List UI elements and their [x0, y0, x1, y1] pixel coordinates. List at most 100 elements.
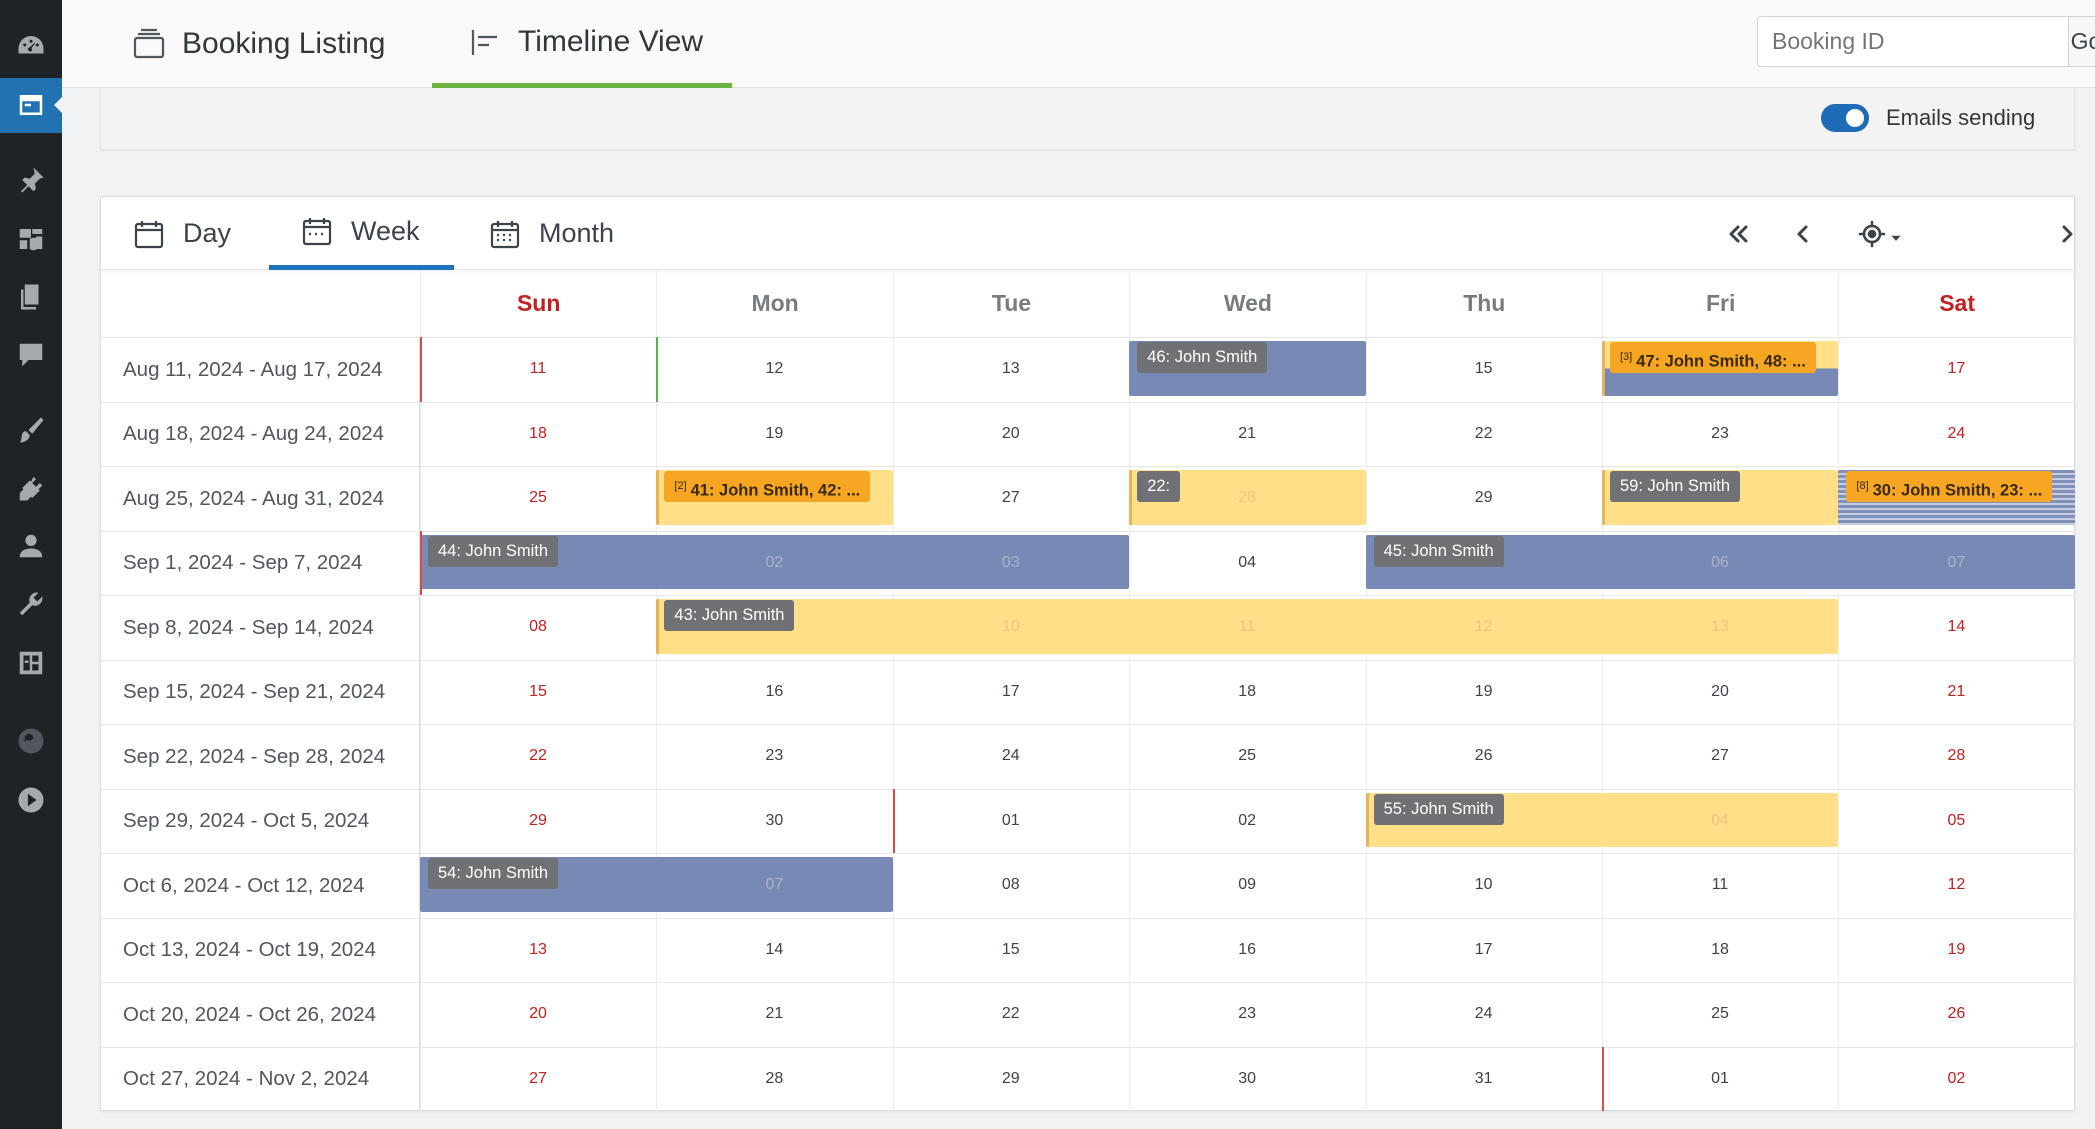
- day-cell[interactable]: 01: [1602, 1070, 1838, 1088]
- day-cell[interactable]: 02: [1838, 1070, 2074, 1088]
- tab-week-view[interactable]: Week: [269, 197, 454, 270]
- day-cell[interactable]: 20: [893, 425, 1129, 443]
- dashboard-icon[interactable]: [15, 30, 47, 62]
- day-cell[interactable]: 19: [656, 425, 892, 443]
- booking-tag[interactable]: 44: John Smith: [428, 535, 559, 567]
- day-cell[interactable]: 28: [1838, 747, 2074, 765]
- booking-tag[interactable]: 45: John Smith: [1373, 535, 1504, 567]
- day-cell[interactable]: 30: [656, 812, 892, 830]
- booking-tag[interactable]: 54: John Smith: [428, 858, 559, 889]
- day-cell[interactable]: 28: [656, 1070, 892, 1088]
- day-cell[interactable]: 02: [1129, 812, 1365, 830]
- pages-icon[interactable]: [15, 281, 47, 313]
- day-cell[interactable]: 10: [893, 618, 1129, 636]
- day-cell[interactable]: 20: [420, 1005, 656, 1023]
- day-cell[interactable]: 21: [1838, 683, 2074, 701]
- day-cell[interactable]: 26: [1838, 1005, 2074, 1023]
- booking-tag[interactable]: 22:: [1137, 471, 1181, 502]
- day-cell[interactable]: 13: [420, 941, 656, 959]
- day-cell[interactable]: 29: [420, 812, 656, 830]
- day-cell[interactable]: 11: [1602, 876, 1838, 894]
- day-cell[interactable]: 31: [1366, 1070, 1602, 1088]
- day-cell[interactable]: 02: [656, 554, 892, 572]
- day-cell[interactable]: 20: [1602, 683, 1838, 701]
- booking-tag[interactable]: [8] 30: John Smith, 23: ...: [1846, 471, 2053, 502]
- day-cell[interactable]: 14: [656, 941, 892, 959]
- day-cell[interactable]: 24: [1366, 1005, 1602, 1023]
- booking-tag[interactable]: 43: John Smith: [664, 600, 795, 631]
- day-cell[interactable]: 26: [1366, 747, 1602, 765]
- booking-tag[interactable]: [3] 47: John Smith, 48: ...: [1610, 342, 1816, 373]
- tools-icon[interactable]: [15, 588, 47, 620]
- day-cell[interactable]: 23: [1602, 425, 1838, 443]
- booking-tag[interactable]: [2] 41: John Smith, 42: ...: [664, 471, 871, 502]
- day-cell[interactable]: 11: [420, 360, 656, 378]
- day-cell[interactable]: 16: [1129, 941, 1365, 959]
- media-icon[interactable]: [15, 223, 47, 255]
- day-cell[interactable]: 04: [1129, 554, 1365, 572]
- day-cell[interactable]: 01: [893, 812, 1129, 830]
- day-cell[interactable]: 03: [893, 554, 1129, 572]
- day-cell[interactable]: 19: [1366, 683, 1602, 701]
- day-cell[interactable]: 12: [1838, 876, 2074, 894]
- day-cell[interactable]: 15: [893, 941, 1129, 959]
- emails-sending-toggle[interactable]: [1821, 104, 1869, 132]
- day-cell[interactable]: 08: [893, 876, 1129, 894]
- appearance-icon[interactable]: [15, 414, 47, 446]
- tab-booking-listing[interactable]: Booking Listing: [132, 0, 412, 88]
- day-cell[interactable]: 22: [420, 747, 656, 765]
- day-cell[interactable]: 27: [1602, 747, 1838, 765]
- day-cell[interactable]: 23: [1129, 1005, 1365, 1023]
- day-cell[interactable]: 13: [893, 360, 1129, 378]
- day-cell[interactable]: 15: [420, 683, 656, 701]
- day-cell[interactable]: 22: [893, 1005, 1129, 1023]
- day-cell[interactable]: 15: [1366, 360, 1602, 378]
- day-cell[interactable]: 18: [1602, 941, 1838, 959]
- pin-icon[interactable]: [15, 164, 47, 196]
- day-cell[interactable]: 18: [1129, 683, 1365, 701]
- day-cell[interactable]: 17: [1366, 941, 1602, 959]
- day-cell[interactable]: 11: [1129, 618, 1365, 636]
- day-cell[interactable]: 29: [1366, 489, 1602, 507]
- day-cell[interactable]: 29: [893, 1070, 1129, 1088]
- day-cell[interactable]: 13: [1602, 618, 1838, 636]
- day-cell[interactable]: 18: [420, 425, 656, 443]
- calendar-booking-icon[interactable]: [15, 89, 47, 121]
- comments-icon[interactable]: [15, 339, 47, 371]
- users-icon[interactable]: [15, 530, 47, 562]
- today-button[interactable]: [1851, 217, 1911, 251]
- day-cell[interactable]: 09: [1129, 876, 1365, 894]
- day-cell[interactable]: 24: [1838, 425, 2074, 443]
- first-page-button[interactable]: [1721, 217, 1755, 251]
- day-cell[interactable]: 04: [1602, 812, 1838, 830]
- next-button[interactable]: [2050, 217, 2084, 251]
- day-cell[interactable]: 06: [1602, 554, 1838, 572]
- day-cell[interactable]: 23: [656, 747, 892, 765]
- day-cell[interactable]: 14: [1838, 618, 2074, 636]
- plugins-icon[interactable]: [15, 472, 47, 504]
- day-cell[interactable]: 19: [1838, 941, 2074, 959]
- day-cell[interactable]: 05: [1838, 812, 2074, 830]
- globe-icon[interactable]: [15, 725, 47, 757]
- play-icon[interactable]: [15, 784, 47, 816]
- day-cell[interactable]: 12: [656, 360, 892, 378]
- day-cell[interactable]: 25: [1602, 1005, 1838, 1023]
- day-cell[interactable]: 21: [1129, 425, 1365, 443]
- day-cell[interactable]: 30: [1129, 1070, 1365, 1088]
- day-cell[interactable]: 27: [893, 489, 1129, 507]
- booking-tag[interactable]: 55: John Smith: [1373, 793, 1504, 825]
- day-cell[interactable]: 08: [420, 618, 656, 636]
- tab-month-view[interactable]: Month: [489, 197, 659, 270]
- day-cell[interactable]: 12: [1366, 618, 1602, 636]
- booking-id-input[interactable]: [1758, 17, 2068, 66]
- day-cell[interactable]: 22: [1366, 425, 1602, 443]
- day-cell[interactable]: 25: [1129, 747, 1365, 765]
- day-cell[interactable]: 24: [893, 747, 1129, 765]
- day-cell[interactable]: 21: [656, 1005, 892, 1023]
- tab-timeline-view[interactable]: Timeline View: [432, 0, 732, 88]
- booking-tag[interactable]: 59: John Smith: [1610, 471, 1741, 502]
- settings-icon[interactable]: [15, 647, 47, 679]
- day-cell[interactable]: 10: [1366, 876, 1602, 894]
- day-cell[interactable]: 27: [420, 1070, 656, 1088]
- day-cell[interactable]: 17: [893, 683, 1129, 701]
